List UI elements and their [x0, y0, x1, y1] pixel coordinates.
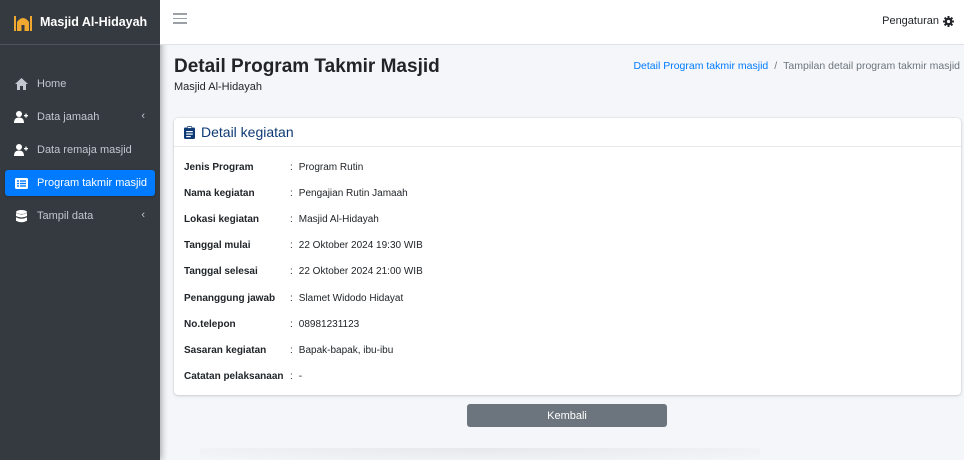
- breadcrumb: Detail Program takmir masjid / Tampilan de…: [633, 60, 960, 72]
- detail-colon: :: [290, 240, 293, 252]
- detail-colon: :: [290, 318, 293, 330]
- detail-colon: :: [290, 213, 293, 225]
- detail-label: Catatan pelaksanaan: [184, 371, 284, 383]
- user-plus-icon: [14, 143, 28, 157]
- footer-shadow: [200, 448, 760, 460]
- detail-value: Masjid Al-Hidayah: [298, 213, 379, 225]
- card-header: Detail kegiatan: [174, 118, 961, 147]
- sidebar-item-tampil-data[interactable]: Tampil data ‹: [5, 203, 155, 229]
- detail-row-sasaran-kegiatan: Sasaran kegiatan : Bapak-bapak, ibu-ibu: [184, 337, 954, 363]
- detail-row-tanggal-selesai: Tanggal selesai : 22 Oktober 2024 21:00 …: [184, 259, 954, 285]
- detail-row-lokasi-kegiatan: Lokasi kegiatan : Masjid Al-Hidayah: [184, 206, 954, 232]
- sidebar-item-program-takmir-masjid[interactable]: Program takmir masjid: [5, 170, 155, 196]
- sidebar-item-label: Tampil data: [37, 210, 94, 222]
- detail-label: Tanggal mulai: [184, 240, 251, 252]
- menu-toggle-icon[interactable]: [173, 13, 187, 27]
- sidebar-nav: Home Data jamaah ‹ Data remaja masjid Pr…: [0, 71, 160, 236]
- sidebar-item-data-jamaah[interactable]: Data jamaah ‹: [5, 104, 155, 130]
- brand[interactable]: Masjid Al-Hidayah: [0, 0, 160, 45]
- detail-label: No.telepon: [184, 318, 236, 330]
- detail-label: Penanggung jawab: [184, 292, 276, 304]
- detail-label: Jenis Program: [184, 161, 254, 173]
- detail-label: Nama kegiatan: [184, 187, 255, 199]
- detail-value: Pengajian Rutin Jamaah: [298, 187, 408, 199]
- brand-name: Masjid Al-Hidayah: [40, 15, 148, 29]
- top-navbar: Pengaturan: [160, 0, 964, 45]
- detail-value: 08981231123: [298, 318, 360, 330]
- chevron-left-icon: ‹: [141, 110, 145, 122]
- detail-label: Sasaran kegiatan: [184, 344, 267, 356]
- detail-card: Detail kegiatan Jenis Program : Program …: [174, 118, 961, 395]
- database-icon: [14, 209, 28, 223]
- sidebar-item-label: Program takmir masjid: [37, 177, 148, 189]
- sidebar-item-data-remaja-masjid[interactable]: Data remaja masjid: [5, 137, 155, 163]
- sidebar-item-label: Home: [37, 78, 67, 90]
- detail-label: Tanggal selesai: [184, 266, 258, 278]
- sidebar: Masjid Al-Hidayah Home Data jamaah ‹ Dat…: [0, 0, 160, 460]
- user-plus-icon: [14, 110, 28, 124]
- card-title: Detail kegiatan: [201, 124, 294, 140]
- detail-row-tanggal-mulai: Tanggal mulai : 22 Oktober 2024 19:30 WI…: [184, 233, 954, 259]
- home-icon: [14, 77, 28, 91]
- detail-value: Slamet Widodo Hidayat: [298, 292, 404, 304]
- detail-row-catatan-pelaksanaan: Catatan pelaksanaan : -: [184, 364, 954, 390]
- detail-row-no-telepon: No.telepon : 08981231123: [184, 311, 954, 337]
- detail-label: Lokasi kegiatan: [184, 213, 260, 225]
- gear-icon: [943, 15, 954, 27]
- clipboard-icon: [184, 125, 195, 139]
- settings-menu[interactable]: Pengaturan: [882, 15, 954, 27]
- page-title: Detail Program Takmir Masjid: [174, 56, 440, 77]
- detail-row-nama-kegiatan: Nama kegiatan : Pengajian Rutin Jamaah: [184, 180, 954, 206]
- detail-value: Bapak-bapak, ibu-ibu: [298, 344, 394, 356]
- detail-colon: :: [290, 344, 293, 356]
- detail-value: 22 Oktober 2024 21:00 WIB: [298, 266, 423, 278]
- detail-colon: :: [290, 187, 293, 199]
- detail-value: -: [298, 371, 303, 383]
- detail-value: 22 Oktober 2024 19:30 WIB: [298, 240, 423, 252]
- mosque-logo-icon: [14, 13, 32, 31]
- chevron-left-icon: ‹: [141, 209, 145, 221]
- detail-colon: :: [290, 161, 293, 173]
- detail-row-jenis-program: Jenis Program : Program Rutin: [184, 154, 954, 180]
- list-alt-icon: [14, 176, 28, 190]
- detail-row-penanggung-jawab: Penanggung jawab : Slamet Widodo Hidayat: [184, 285, 954, 311]
- breadcrumb-link[interactable]: Detail Program takmir masjid: [633, 60, 768, 72]
- detail-rows: Jenis Program : Program Rutin Nama kegia…: [184, 154, 954, 390]
- detail-value: Program Rutin: [298, 161, 364, 173]
- detail-colon: :: [290, 266, 293, 278]
- back-button[interactable]: Kembali: [467, 404, 667, 427]
- detail-colon: :: [290, 292, 293, 304]
- breadcrumb-current: Tampilan detail program takmir masjid: [783, 60, 960, 72]
- sidebar-item-label: Data jamaah: [37, 111, 100, 123]
- page-subtitle: Masjid Al-Hidayah: [174, 81, 263, 93]
- sidebar-item-home[interactable]: Home: [5, 71, 155, 97]
- settings-label: Pengaturan: [882, 15, 939, 27]
- detail-colon: :: [290, 371, 293, 383]
- breadcrumb-separator: /: [774, 60, 778, 72]
- sidebar-item-label: Data remaja masjid: [37, 144, 132, 156]
